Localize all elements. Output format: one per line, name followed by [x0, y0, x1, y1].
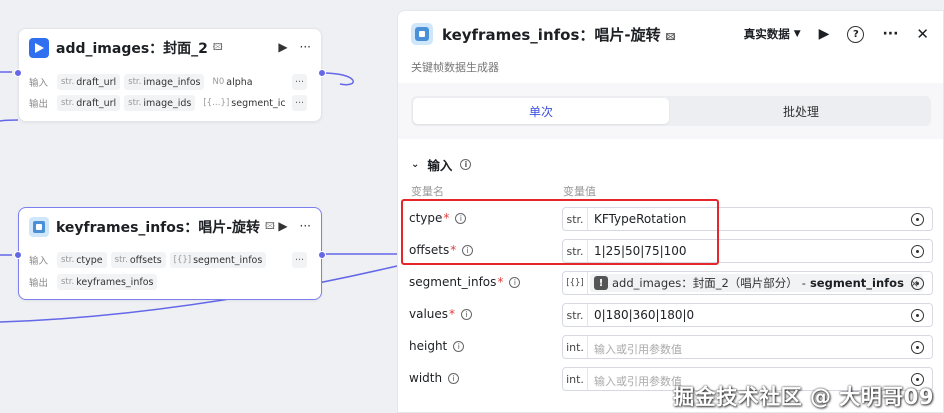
input-chip: [{}] segment_infos [169, 252, 267, 268]
input-label: 输入 [29, 78, 49, 89]
plugin-icon [411, 23, 433, 45]
param-value: 0|180|360|180|0 [594, 308, 695, 322]
info-icon[interactable]: i [448, 372, 460, 384]
output-chip: str. keyframes_infos [57, 274, 158, 290]
reference-target-icon[interactable] [911, 213, 924, 226]
param-row-values: values * i str. 0|180|360|180|0 [398, 303, 943, 327]
more-inputs-button[interactable]: ··· [292, 252, 308, 268]
output-label: 输出 [29, 278, 49, 289]
run-icon[interactable]: ▶ [278, 219, 287, 233]
more-inputs-button[interactable]: ··· [292, 74, 308, 90]
reference-target-icon[interactable] [911, 309, 924, 322]
input-chip: str. ctype [57, 252, 107, 268]
segment-infos-input[interactable]: [{}] ! add_images：封面_2（唱片部分） - segment_i… [562, 271, 933, 295]
reference-target-icon[interactable] [911, 277, 924, 290]
type-tag: str. [563, 304, 588, 326]
gift-icon: 🖾 [265, 222, 275, 232]
more-outputs-button[interactable]: ··· [292, 95, 308, 111]
more-icon[interactable]: ··· [882, 26, 898, 42]
reference-target-icon[interactable] [911, 245, 924, 258]
input-section: ⌄ 输入 i 变量名 变量值 ctype * i str. KFTypeRotati… [398, 139, 943, 412]
keyframes-infos-node[interactable]: keyframes_infos：唱片-旋转 🖾 ▶ ··· 输入 str. cty… [14, 207, 326, 300]
caret-down-icon: ▼ [793, 29, 801, 39]
more-icon[interactable]: ··· [300, 219, 311, 233]
output-chip: str. image_ids [124, 95, 196, 111]
input-chip: N0 alpha [212, 76, 253, 88]
gift-icon: 🖾 [665, 33, 676, 43]
param-name: values * i [409, 307, 473, 321]
capcut-icon [29, 38, 49, 58]
input-section-header[interactable]: ⌄ 输入 i [411, 155, 472, 174]
input-label: 输入 [29, 256, 49, 267]
plugin-icon [29, 217, 49, 237]
close-icon[interactable]: ✕ [916, 25, 929, 43]
watermark: 掘金技术社区 @ 大明哥09 [673, 385, 934, 409]
param-placeholder: 输入或引用参数值 [594, 375, 682, 388]
info-icon[interactable]: i [509, 276, 521, 288]
warning-icon: ! [594, 276, 608, 290]
info-icon[interactable]: i [460, 159, 472, 170]
reference-chip[interactable]: ! add_images：封面_2（唱片部分） - segment_infos … [590, 274, 924, 292]
param-name: segment_infos * i [409, 275, 521, 289]
input-port[interactable] [14, 251, 22, 259]
input-chip: str. draft_url [57, 74, 121, 90]
node-title: add_images：封面_2 [56, 41, 208, 57]
type-tag: int. [563, 368, 588, 390]
info-icon[interactable]: i [453, 340, 465, 352]
annotation-highlight-box [401, 199, 719, 265]
node-outputs-row: 输出 str. keyframes_infos [29, 273, 161, 291]
column-header-name: 变量名 [411, 185, 444, 198]
add-images-node[interactable]: add_images：封面_2 🖾 ▶ ··· 输入 str. draft_url… [14, 28, 326, 122]
gift-icon: 🖾 [212, 43, 223, 53]
output-label: 输出 [29, 99, 49, 110]
type-tag: int. [563, 336, 588, 358]
input-chip: str. image_infos [124, 74, 205, 90]
node-inputs-row: 输入 str. draft_url str. image_infos N0 alpha [29, 73, 261, 91]
section-title: 输入 [427, 158, 453, 173]
output-port[interactable] [318, 251, 326, 259]
more-icon[interactable]: ··· [300, 40, 311, 54]
reference-target-icon[interactable] [911, 341, 924, 354]
node-title: keyframes_infos：唱片-旋转 [56, 220, 261, 236]
column-header-value: 变量值 [563, 185, 596, 198]
chevron-down-icon: ⌄ [411, 159, 420, 170]
node-inputs-row: 输入 str. ctype str. offsets [{}] segment_inf… [29, 251, 270, 269]
height-input[interactable]: int. 输入或引用参数值 [562, 335, 933, 359]
output-port[interactable] [318, 69, 326, 77]
param-row-height: height i int. 输入或引用参数值 [398, 335, 943, 359]
param-name: height i [409, 339, 465, 353]
panel-subtitle: 关键帧数据生成器 [411, 61, 499, 74]
panel-header: keyframes_infos：唱片-旋转 🖾 关键帧数据生成器 真实数据 ▼ ▶ … [398, 11, 943, 83]
tab-single[interactable]: 单次 [413, 98, 669, 124]
run-icon[interactable]: ▶ [278, 40, 287, 54]
run-icon[interactable]: ▶ [819, 26, 830, 42]
output-chip: str. draft_url [57, 95, 121, 111]
type-tag: [{}] [563, 272, 588, 294]
input-port[interactable] [14, 69, 22, 77]
help-icon[interactable]: ? [847, 25, 865, 43]
run-mode-tabs: 单次 批处理 [411, 96, 931, 126]
node-outputs-row: 输出 str. draft_url str. image_ids [{…}] segm… [29, 94, 294, 112]
info-icon[interactable]: i [461, 308, 473, 320]
output-chip: [{…}] segment_ic [203, 97, 286, 109]
param-name: width i [409, 371, 460, 385]
panel-title: keyframes_infos：唱片-旋转 🖾 [442, 26, 676, 44]
param-row-segment-infos: segment_infos * i [{}] ! add_images：封面_2（唱… [398, 271, 943, 295]
param-placeholder: 输入或引用参数值 [594, 343, 682, 356]
data-mode-select[interactable]: 真实数据 ▼ [744, 26, 801, 42]
tab-batch[interactable]: 批处理 [673, 98, 929, 124]
input-chip: str. offsets [110, 252, 166, 268]
values-input[interactable]: str. 0|180|360|180|0 [562, 303, 933, 327]
